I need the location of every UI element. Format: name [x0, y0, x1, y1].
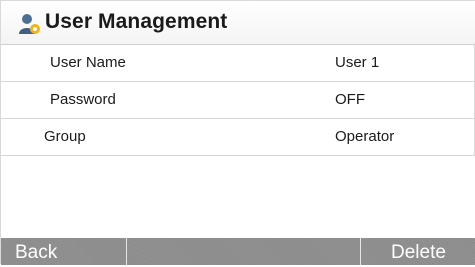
group-value[interactable]: Operator	[335, 128, 394, 145]
password-value[interactable]: OFF	[335, 91, 365, 108]
back-button[interactable]: Back	[1, 238, 127, 265]
empty-list-area	[1, 156, 475, 238]
group-row[interactable]: Group Operator	[1, 119, 475, 156]
page-title: User Management	[45, 10, 228, 33]
group-label: Group	[44, 128, 86, 145]
delete-button[interactable]: Delete	[360, 238, 475, 265]
header-bar: User Management	[1, 1, 475, 45]
password-row[interactable]: Password OFF	[1, 82, 475, 119]
user-management-screen: User Management User Name User 1 Passwor…	[0, 0, 475, 265]
password-label: Password	[50, 91, 116, 108]
user-name-value[interactable]: User 1	[335, 54, 379, 71]
user-name-row[interactable]: User Name User 1	[1, 45, 475, 82]
user-name-label: User Name	[50, 54, 126, 71]
user-management-icon	[19, 14, 40, 34]
footer-spacer	[127, 238, 360, 265]
footer-bar: Back Delete	[1, 238, 475, 265]
